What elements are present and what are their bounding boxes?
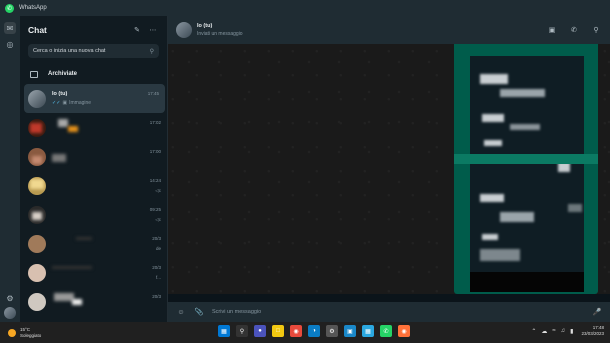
archived-row[interactable]: Archiviate xyxy=(20,64,167,84)
sun-icon xyxy=(8,328,16,337)
folder-icon[interactable]: □ xyxy=(272,325,284,337)
avatar xyxy=(28,118,46,137)
whatsapp-logo-icon: ✆ xyxy=(5,3,14,13)
avatar xyxy=(28,292,46,311)
cloud-icon[interactable]: ☁ xyxy=(541,328,547,335)
image-icon: ▣ xyxy=(62,99,68,106)
image-middle-band xyxy=(454,154,598,164)
chat-item[interactable]: 20/3 xyxy=(20,287,167,316)
chat-item-self[interactable]: Io (tu) ✓✓ ▣ Immagine 17:45 xyxy=(24,84,165,113)
conversation-header[interactable]: Io (tu) Inviati un messaggio ▣ ✆ ⚲ xyxy=(168,16,610,44)
attach-icon[interactable]: 📎 xyxy=(194,307,204,317)
microphone-icon[interactable]: 🎤 xyxy=(592,307,602,317)
teams-icon[interactable]: ● xyxy=(254,325,266,337)
clock-date: 23/03/2023 xyxy=(581,331,604,336)
search-icon[interactable]: ⚲ xyxy=(236,325,248,337)
battery-icon[interactable]: ▮ xyxy=(570,328,573,335)
volume-icon[interactable]: ♫ xyxy=(561,328,566,334)
contact-avatar[interactable] xyxy=(176,22,192,38)
search-input[interactable]: Cerca o inizia una nuova chat ⚲ xyxy=(28,44,159,58)
chat-item[interactable]: 17:02 xyxy=(20,113,167,142)
chat-preview: ✓✓ ▣ Immagine xyxy=(52,100,91,106)
emoji-icon[interactable]: ☺ xyxy=(176,307,186,317)
avatar xyxy=(28,89,46,108)
phone-call-icon[interactable]: ✆ xyxy=(568,24,580,36)
firefox-icon[interactable]: ◉ xyxy=(398,325,410,337)
chat-item[interactable]: 20/3 f... xyxy=(20,258,167,287)
profile-avatar[interactable] xyxy=(4,307,16,319)
chat-item[interactable]: 17:00 xyxy=(20,142,167,171)
chat-name: Io (tu) xyxy=(52,90,68,97)
chevron-up-icon[interactable]: ⌃ xyxy=(531,328,536,335)
avatar xyxy=(28,234,46,253)
taskbar-apps: ▦ ⚲ ● □ ◉ ◑ ⚙ ▣ ▦ ✆ ◉ xyxy=(218,325,416,337)
message-input[interactable]: Scrivi un messaggio xyxy=(212,305,592,319)
image-bottom-band xyxy=(470,272,584,292)
avatar xyxy=(28,147,46,166)
chat-status-mark: f... xyxy=(155,274,161,280)
chat-time: 14:24 xyxy=(149,177,161,183)
window-title: WhatsApp xyxy=(19,5,47,11)
wifi-icon[interactable]: ≈ xyxy=(552,328,555,334)
chat-status-mark: de xyxy=(155,245,161,251)
calculator-icon[interactable]: ▦ xyxy=(362,325,374,337)
more-options-icon[interactable]: ⋯ xyxy=(147,24,159,36)
edge-icon[interactable]: ◑ xyxy=(308,325,320,337)
chat-bubble-icon[interactable]: ✉ xyxy=(4,22,16,34)
title-bar: ✆ WhatsApp xyxy=(0,0,610,16)
whatsapp-icon[interactable]: ✆ xyxy=(380,325,392,337)
search-icon[interactable]: ⚲ xyxy=(590,24,602,36)
clock[interactable]: 17:48 23/03/2023 xyxy=(581,325,604,337)
image-message[interactable] xyxy=(454,44,598,294)
video-call-icon[interactable]: ▣ xyxy=(546,24,558,36)
gear-icon[interactable]: ⚙ xyxy=(4,292,16,304)
chrome-icon[interactable]: ◉ xyxy=(290,325,302,337)
chat-preview-text: Immagine xyxy=(69,99,92,106)
chat-list-panel: Chat ✎ ⋯ Cerca o inizia una nuova chat ⚲… xyxy=(20,16,168,340)
image-content xyxy=(470,44,584,291)
camera-icon[interactable]: ▣ xyxy=(344,325,356,337)
avatar xyxy=(28,263,46,282)
chat-time: 17:00 xyxy=(149,148,161,154)
chat-list-header: Chat ✎ ⋯ xyxy=(20,16,167,44)
weather-widget[interactable]: 15°C Soleggiato xyxy=(8,327,41,338)
windows-taskbar: 15°C Soleggiato ▦ ⚲ ● □ ◉ ◑ ⚙ ▣ ▦ ✆ ◉ ⌃ … xyxy=(0,322,610,343)
double-check-icon: ✓✓ xyxy=(52,99,61,106)
chat-status-mark: ◁ϲ xyxy=(155,216,161,222)
settings-icon[interactable]: ⚙ xyxy=(326,325,338,337)
chat-item[interactable]: 20/3 de xyxy=(20,229,167,258)
chat-time: 20/3 xyxy=(152,293,161,299)
weather-condition: Soleggiato xyxy=(20,332,42,338)
archive-icon xyxy=(30,70,38,78)
avatar xyxy=(28,205,46,224)
conversation-panel: Io (tu) Inviati un messaggio ▣ ✆ ⚲ ☺ 📎 S… xyxy=(168,16,610,322)
contact-name: Io (tu) xyxy=(197,23,213,29)
message-composer: ☺ 📎 Scrivi un messaggio 🎤 xyxy=(168,302,610,322)
chat-time: 09:25 xyxy=(149,206,161,212)
chat-item[interactable]: 14:24 ◁ϲ xyxy=(20,171,167,200)
system-tray: ⌃ ☁ ≈ ♫ ▮ 17:48 23/03/2023 xyxy=(526,325,604,337)
image-top-band xyxy=(454,44,598,56)
search-icon[interactable]: ⚲ xyxy=(150,48,154,55)
search-placeholder: Cerca o inizia una nuova chat xyxy=(33,48,106,54)
contact-status: Inviati un messaggio xyxy=(197,31,243,37)
navigation-rail: ✉ ◎ ⚙ xyxy=(0,16,20,322)
chat-item[interactable]: 09:25 ◁ϲ xyxy=(20,200,167,229)
chat-status-mark: ◁ϲ xyxy=(155,187,161,193)
chat-time: 20/3 xyxy=(152,235,161,241)
status-icon[interactable]: ◎ xyxy=(4,38,16,50)
chat-time: 20/3 xyxy=(152,264,161,270)
new-chat-icon[interactable]: ✎ xyxy=(131,24,143,36)
start-icon[interactable]: ▦ xyxy=(218,325,230,337)
chat-time: 17:45 xyxy=(147,90,159,96)
chat-list-title: Chat xyxy=(28,25,47,35)
avatar xyxy=(28,176,46,195)
archived-label: Archiviate xyxy=(48,71,78,77)
chat-time: 17:02 xyxy=(149,119,161,125)
